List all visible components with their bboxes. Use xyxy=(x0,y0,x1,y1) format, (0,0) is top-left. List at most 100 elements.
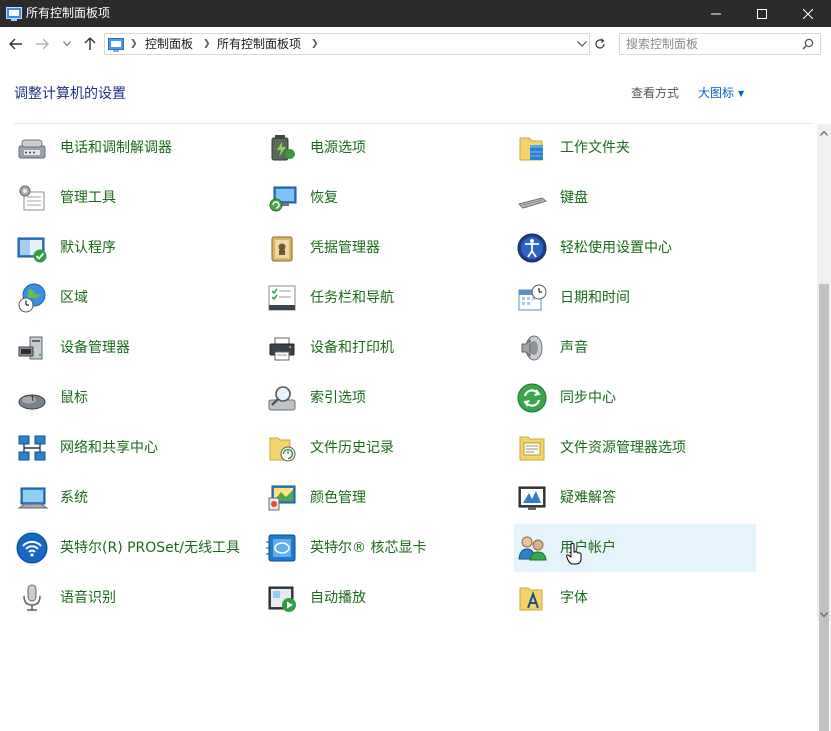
item-label: 颜色管理 xyxy=(310,490,366,506)
item-explorer-options[interactable]: 文件资源管理器选项 xyxy=(514,424,756,472)
search-icon[interactable] xyxy=(802,38,814,50)
item-ease-of-access[interactable]: 轻松使用设置中心 xyxy=(514,224,756,272)
date-time-icon xyxy=(516,282,548,314)
user-accounts-icon xyxy=(516,532,548,564)
item-label: 鼠标 xyxy=(60,390,88,406)
item-color-management[interactable]: 颜色管理 xyxy=(264,474,506,522)
close-icon xyxy=(803,8,813,19)
item-troubleshooting[interactable]: 疑难解答 xyxy=(514,474,756,522)
view-by-dropdown[interactable]: 大图标 ▼ xyxy=(698,84,744,103)
power-options-icon xyxy=(266,132,298,164)
taskbar-navigation-icon xyxy=(266,282,298,314)
view-by-value: 大图标 xyxy=(698,86,735,100)
item-label: 凭据管理器 xyxy=(310,240,380,256)
breadcrumb-control-panel[interactable]: 控制面板 xyxy=(145,34,193,54)
network-sharing-icon xyxy=(16,432,48,464)
item-user-accounts[interactable]: 用户帐户 xyxy=(514,524,756,572)
intel-wireless-icon xyxy=(16,532,48,564)
item-label: 管理工具 xyxy=(60,190,116,206)
item-mouse[interactable]: 鼠标 xyxy=(14,374,256,422)
item-network-sharing[interactable]: 网络和共享中心 xyxy=(14,424,256,472)
item-autoplay[interactable]: 自动播放 xyxy=(264,574,506,622)
maximize-button[interactable] xyxy=(739,0,785,27)
back-button[interactable] xyxy=(6,35,26,53)
item-intel-graphics[interactable]: 英特尔® 核芯显卡 xyxy=(264,524,506,572)
recent-locations-button[interactable] xyxy=(60,35,74,53)
item-indexing-options[interactable]: 索引选项 xyxy=(264,374,506,422)
item-label: 任务栏和导航 xyxy=(310,290,394,306)
up-button[interactable] xyxy=(80,35,100,53)
item-label: 声音 xyxy=(560,340,588,356)
item-label: 索引选项 xyxy=(310,390,366,406)
item-power-options[interactable]: 电源选项 xyxy=(264,124,506,172)
search-input[interactable] xyxy=(626,35,796,53)
scroll-down-button[interactable] xyxy=(817,607,831,621)
work-folders-icon xyxy=(516,132,548,164)
chevron-up-icon xyxy=(820,130,828,136)
search-box[interactable] xyxy=(619,33,821,55)
close-button[interactable] xyxy=(785,0,831,27)
chevron-down-icon xyxy=(820,611,828,617)
item-label: 默认程序 xyxy=(60,240,116,256)
address-dropdown-button[interactable] xyxy=(575,34,589,54)
item-region[interactable]: 区域 xyxy=(14,274,256,322)
scroll-up-button[interactable] xyxy=(817,124,831,142)
item-work-folders[interactable]: 工作文件夹 xyxy=(514,124,756,172)
item-device-manager[interactable]: 设备管理器 xyxy=(14,324,256,372)
item-label: 工作文件夹 xyxy=(560,140,630,156)
item-file-history[interactable]: 文件历史记录 xyxy=(264,424,506,472)
item-label: 恢复 xyxy=(310,190,338,206)
item-label: 疑难解答 xyxy=(560,490,616,506)
breadcrumb-separator[interactable]: ❯ xyxy=(203,34,211,54)
item-intel-wireless[interactable]: 英特尔(R) PROSet/无线工具 xyxy=(14,524,256,572)
item-admin-tools[interactable]: 管理工具 xyxy=(14,174,256,222)
page-title: 调整计算机的设置 xyxy=(14,86,126,102)
minimize-button[interactable] xyxy=(693,0,739,27)
fonts-icon xyxy=(516,582,548,614)
item-label: 设备和打印机 xyxy=(310,340,394,356)
breadcrumb-separator[interactable]: ❯ xyxy=(311,34,319,54)
item-label: 电源选项 xyxy=(310,140,366,156)
breadcrumb-separator[interactable]: ❯ xyxy=(130,34,138,54)
arrow-right-icon xyxy=(36,38,49,50)
scroll-thumb[interactable] xyxy=(819,284,829,731)
item-label: 用户帐户 xyxy=(560,540,616,556)
chevron-down-icon xyxy=(63,41,71,47)
item-keyboard[interactable]: 键盘 xyxy=(514,174,756,222)
item-system[interactable]: 系统 xyxy=(14,474,256,522)
address-bar[interactable]: ❯ 控制面板 ❯ 所有控制面板项 ❯ xyxy=(104,33,590,55)
forward-button[interactable] xyxy=(32,35,52,53)
item-label: 日期和时间 xyxy=(560,290,630,306)
item-sound[interactable]: 声音 xyxy=(514,324,756,372)
refresh-icon xyxy=(595,38,605,49)
item-fonts[interactable]: 字体 xyxy=(514,574,756,622)
view-by-label: 查看方式 xyxy=(631,86,680,100)
item-sync-center[interactable]: 同步中心 xyxy=(514,374,756,422)
recovery-icon xyxy=(266,182,298,214)
item-label: 语音识别 xyxy=(60,590,116,606)
item-devices-printers[interactable]: 设备和打印机 xyxy=(264,324,506,372)
item-credential-manager[interactable]: 凭据管理器 xyxy=(264,224,506,272)
breadcrumb-all-items[interactable]: 所有控制面板项 xyxy=(217,34,301,54)
indexing-options-icon xyxy=(266,382,298,414)
minimize-icon xyxy=(711,13,721,14)
item-label: 设备管理器 xyxy=(60,340,130,356)
item-default-programs[interactable]: 默认程序 xyxy=(14,224,256,272)
arrow-up-icon xyxy=(84,37,96,50)
window-title: 所有控制面板项 xyxy=(26,6,111,20)
item-phone-modem[interactable]: 电话和调制解调器 xyxy=(14,124,256,172)
item-recovery[interactable]: 恢复 xyxy=(264,174,506,222)
refresh-button[interactable] xyxy=(590,33,610,55)
item-date-time[interactable]: 日期和时间 xyxy=(514,274,756,322)
sync-center-icon xyxy=(516,382,548,414)
item-speech-recognition[interactable]: 语音识别 xyxy=(14,574,256,622)
vertical-scrollbar[interactable] xyxy=(817,124,831,731)
chevron-down-icon xyxy=(577,41,587,47)
caret-down-icon: ▼ xyxy=(738,88,745,98)
item-taskbar-navigation[interactable]: 任务栏和导航 xyxy=(264,274,506,322)
item-label: 键盘 xyxy=(560,190,588,206)
item-label: 区域 xyxy=(60,290,88,306)
title-bar: 所有控制面板项 xyxy=(0,0,831,27)
sound-icon xyxy=(516,332,548,364)
autoplay-icon xyxy=(266,582,298,614)
